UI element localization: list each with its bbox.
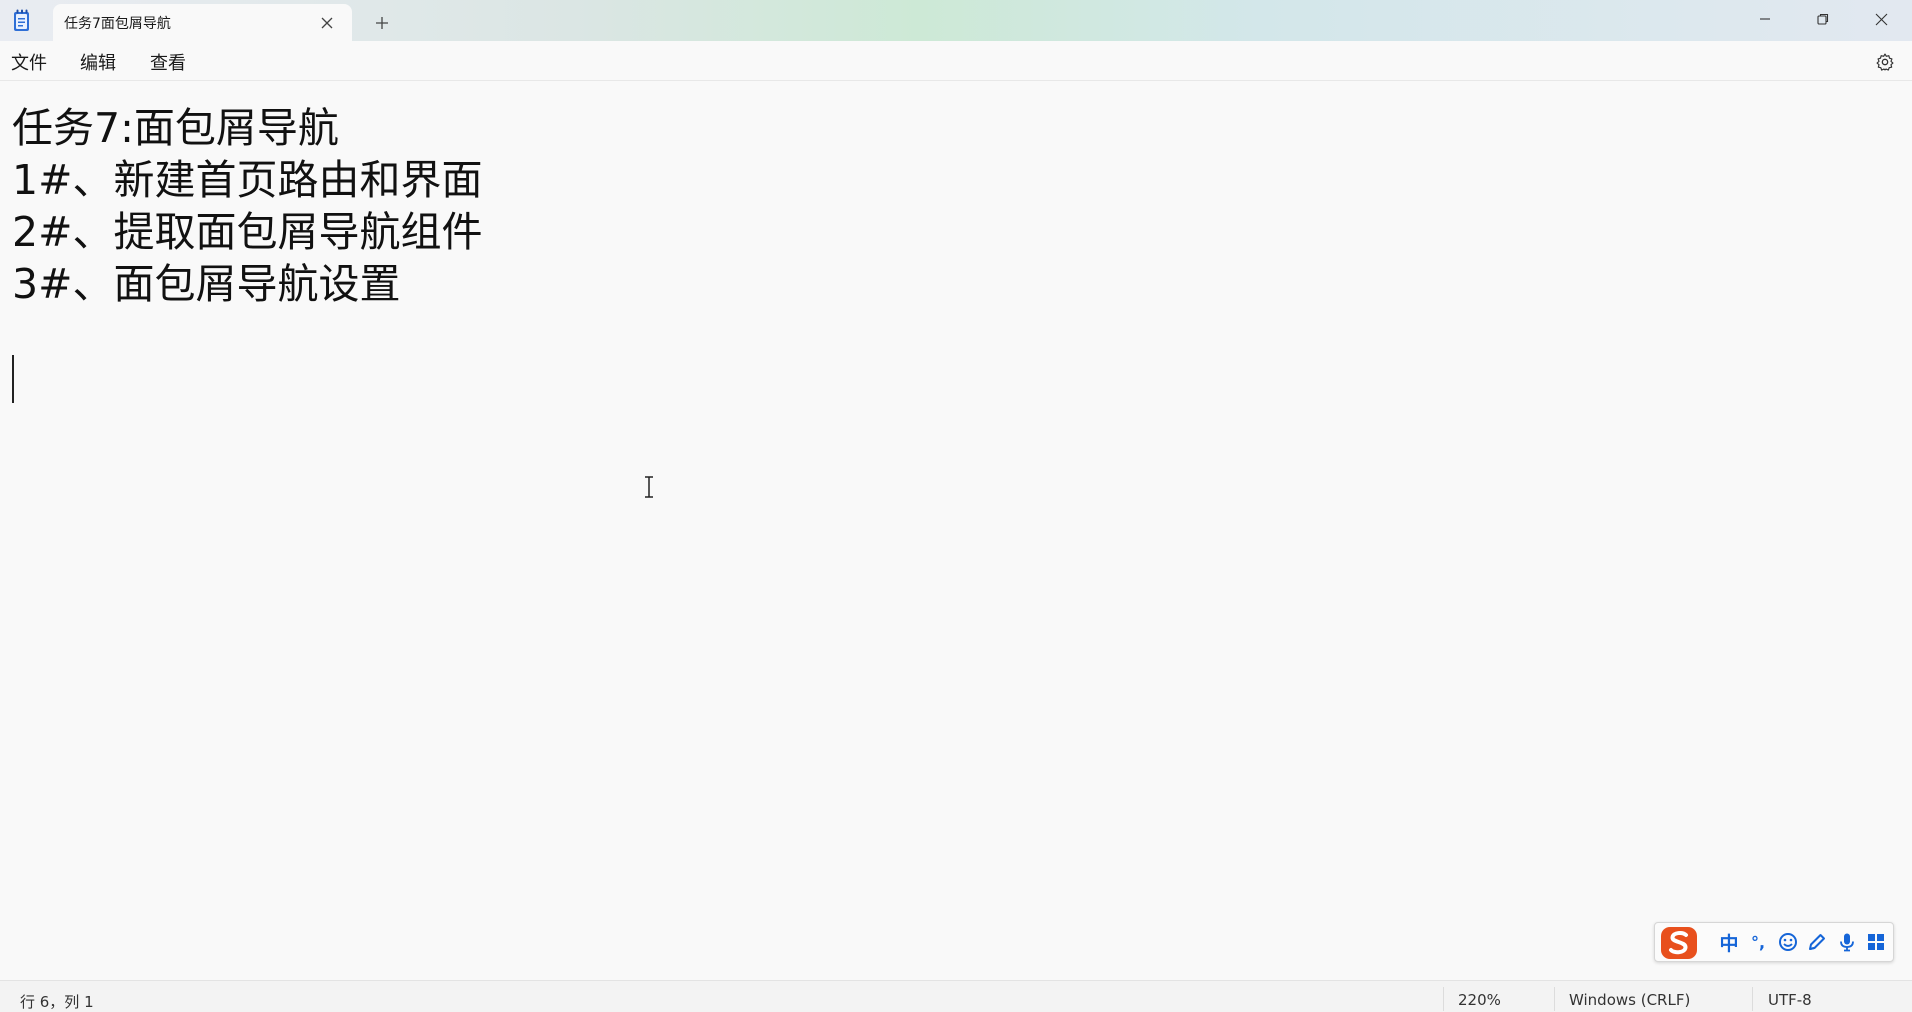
menu-view[interactable]: 查看 [150,49,186,75]
ime-punctuation-toggle[interactable]: °, [1746,930,1770,954]
ime-toolbox-button[interactable] [1864,930,1888,954]
ime-handwriting-button[interactable] [1805,930,1829,954]
ime-toolbar: 中 °, [1654,922,1894,962]
status-divider [1443,987,1444,1011]
ibeam-cursor-icon [645,476,653,498]
close-window-button[interactable] [1852,0,1910,38]
new-tab-button[interactable] [369,10,395,36]
notepad-app-icon [14,9,29,31]
restore-button[interactable] [1794,0,1852,38]
settings-gear-icon [1876,53,1894,71]
text-editor[interactable]: 任务7:面包屑导航 1#、新建首页路由和界面 2#、提取面包屑导航组件 3#、面… [0,82,1912,980]
menu-file[interactable]: 文件 [11,49,47,75]
ime-emoji-button[interactable] [1776,930,1800,954]
close-icon [1875,13,1887,25]
grid-icon [1868,934,1884,950]
encoding[interactable]: UTF-8 [1768,991,1812,1009]
sogou-logo-icon[interactable] [1659,925,1699,961]
document-line-4[interactable]: 3#、面包屑导航设置 [12,258,400,310]
tab-title: 任务7面包屑导航 [64,16,171,32]
title-bar: 任务7面包屑导航 [0,0,1912,41]
pen-icon [1809,934,1825,950]
document-line-2[interactable]: 1#、新建首页路由和界面 [12,154,482,206]
status-divider [1752,987,1753,1011]
settings-button[interactable] [1872,49,1898,75]
document-line-3[interactable]: 2#、提取面包屑导航组件 [12,206,482,258]
zoom-level[interactable]: 220% [1458,991,1501,1009]
status-bar: 行 6，列 1 220% Windows (CRLF) UTF-8 [0,980,1912,1012]
cursor-position: 行 6，列 1 [20,993,94,1011]
close-icon [321,17,333,29]
text-caret [12,355,14,403]
status-divider [1554,987,1555,1011]
document-line-1[interactable]: 任务7:面包屑导航 [12,102,339,154]
emoji-icon [1779,933,1797,951]
menu-edit[interactable]: 编辑 [80,49,116,75]
ime-voice-button[interactable] [1835,930,1859,954]
menu-bar: 文件 编辑 查看 [0,41,1912,81]
ime-mode-toggle[interactable]: 中 [1717,930,1741,955]
restore-icon [1817,13,1829,25]
document-tab[interactable]: 任务7面包屑导航 [53,4,352,41]
line-ending[interactable]: Windows (CRLF) [1569,991,1690,1009]
minimize-button[interactable] [1736,0,1794,38]
minimize-icon [1760,18,1770,20]
plus-icon [376,17,388,29]
tab-close-button[interactable] [315,11,339,35]
microphone-icon [1840,933,1854,952]
